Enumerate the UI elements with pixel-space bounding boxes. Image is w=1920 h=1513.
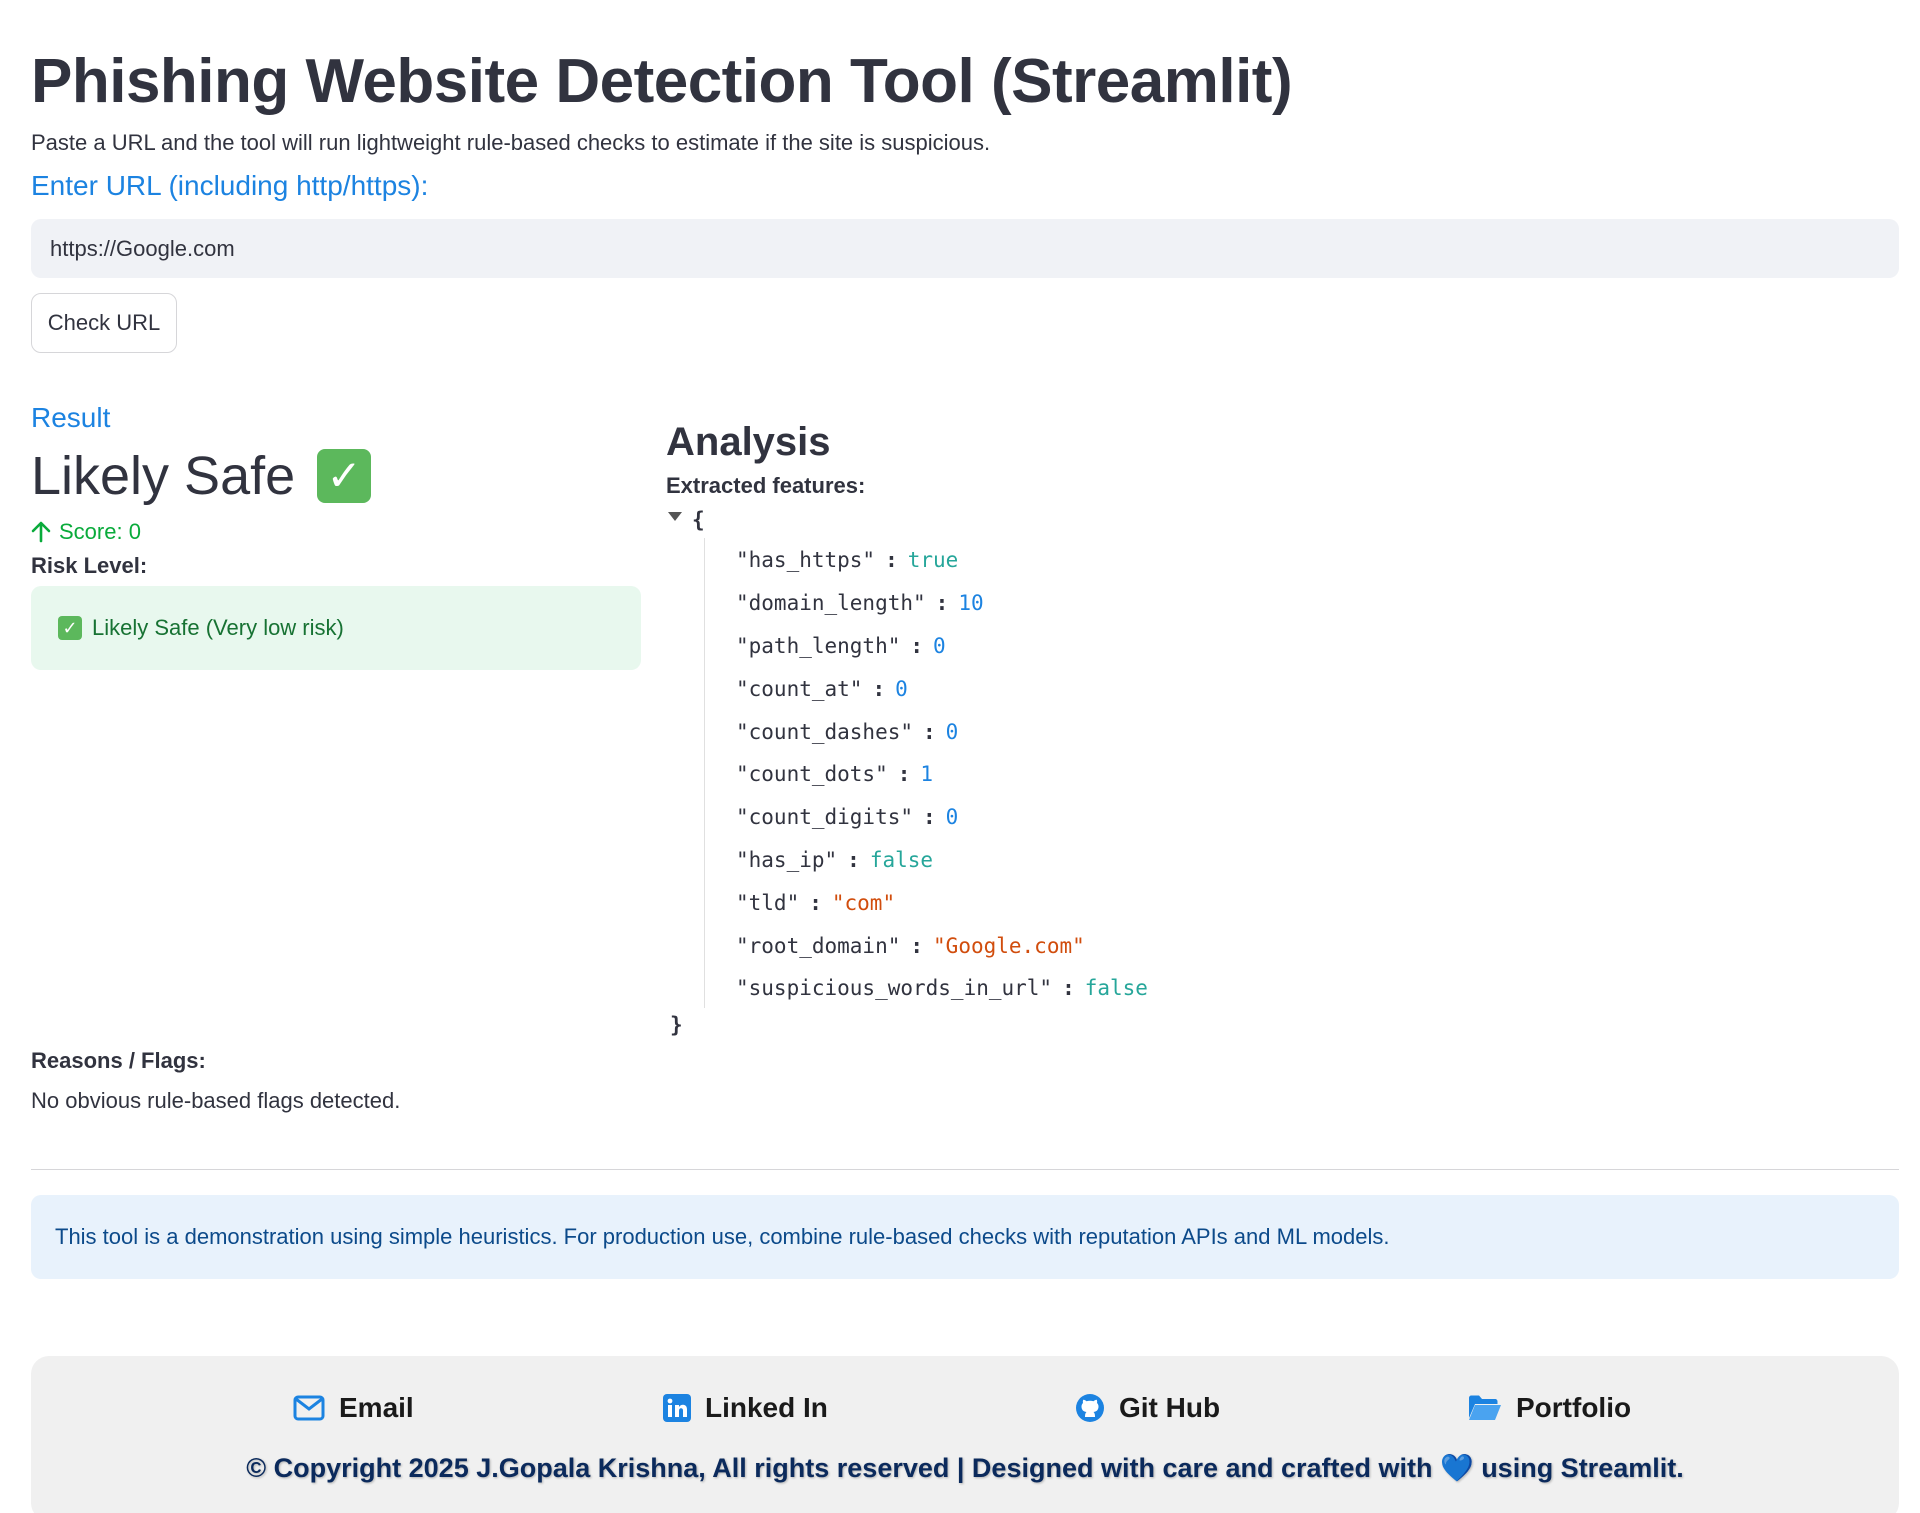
url-input-value: https://Google.com bbox=[50, 235, 235, 261]
analysis-title: Analysis bbox=[666, 420, 831, 464]
check-mark-icon: ✓ bbox=[317, 449, 372, 503]
json-value: true bbox=[907, 548, 959, 573]
json-value: 0 bbox=[933, 633, 946, 658]
json-row: "path_length":0 bbox=[736, 625, 1148, 668]
json-key: "suspicious_words_in_url" bbox=[736, 976, 1053, 1001]
result-value: Likely Safe ✓ bbox=[31, 445, 372, 507]
arrow-up-icon bbox=[31, 521, 51, 543]
url-input-label: Enter URL (including http/https): bbox=[31, 170, 429, 201]
json-row: "has_https": true bbox=[736, 539, 1148, 582]
json-key: "count_dots" bbox=[736, 762, 888, 787]
json-key: "domain_length" bbox=[736, 591, 926, 616]
page-subtitle: Paste a URL and the tool will run lightw… bbox=[31, 130, 991, 155]
json-key: "has_https" bbox=[736, 548, 876, 573]
linkedin-icon bbox=[663, 1394, 691, 1422]
json-colon: : bbox=[923, 805, 936, 830]
json-row: "domain_length":10 bbox=[736, 582, 1148, 625]
json-key: "root_domain" bbox=[736, 933, 901, 958]
envelope-icon bbox=[293, 1395, 325, 1421]
footer-link-label: Git Hub bbox=[1119, 1392, 1221, 1423]
footer-link-label: Email bbox=[339, 1392, 414, 1423]
folder-open-icon bbox=[1468, 1394, 1502, 1422]
footer-link-portfolio[interactable]: Portfolio bbox=[1468, 1392, 1631, 1424]
json-colon: : bbox=[910, 933, 924, 958]
json-key: "count_dashes" bbox=[736, 719, 914, 744]
json-colon: : bbox=[897, 762, 911, 787]
json-rows: "has_https": true "domain_length":10 "path_… bbox=[736, 539, 1148, 1010]
copyright-before: © Copyright 2025 J.Gopala Krishna, All r… bbox=[246, 1453, 1433, 1483]
json-value: 0 bbox=[945, 719, 959, 744]
reasons-label: Reasons / Flags: bbox=[31, 1048, 206, 1073]
json-value: false bbox=[1084, 976, 1148, 1001]
info-alert: This tool is a demonstration using simpl… bbox=[31, 1195, 1899, 1279]
json-colon: : bbox=[910, 633, 924, 658]
json-row: "count_at":0 bbox=[736, 667, 1148, 710]
risk-level-text: Likely Safe (Very low risk) bbox=[92, 615, 344, 640]
footer-link-email[interactable]: Email bbox=[293, 1392, 414, 1424]
footer-link-github[interactable]: Git Hub bbox=[1075, 1392, 1220, 1424]
reasons-text: No obvious rule-based flags detected. bbox=[31, 1088, 401, 1113]
score-text: Score: 0 bbox=[59, 519, 141, 544]
score-delta: Score: 0 bbox=[31, 519, 141, 545]
footer: Email Linked In Git Hub Portfolio © Copy… bbox=[31, 1356, 1899, 1513]
json-colon: : bbox=[935, 591, 949, 616]
json-value: 0 bbox=[895, 676, 908, 701]
json-row: "root_domain": "Google.com" bbox=[736, 924, 1148, 967]
json-row: "count_dots":1 bbox=[736, 753, 1148, 796]
json-row: "count_digits":0 bbox=[736, 796, 1148, 839]
copyright-text: © Copyright 2025 J.Gopala Krishna, All r… bbox=[31, 1452, 1899, 1484]
json-value: 0 bbox=[945, 805, 959, 830]
json-row: "count_dashes":0 bbox=[736, 710, 1148, 753]
json-open-brace: { bbox=[692, 508, 705, 532]
json-colon: : bbox=[885, 548, 898, 573]
json-colon: : bbox=[923, 719, 936, 744]
json-value: 10 bbox=[958, 591, 984, 616]
json-value: "com" bbox=[831, 890, 896, 915]
json-key: "count_at" bbox=[736, 676, 863, 701]
blue-heart-icon: 💙 bbox=[1440, 1453, 1474, 1483]
collapse-toggle-icon[interactable] bbox=[668, 512, 682, 521]
result-label: Result bbox=[31, 402, 111, 433]
github-icon bbox=[1075, 1393, 1105, 1423]
copyright-after: using Streamlit. bbox=[1481, 1453, 1684, 1483]
extracted-features-label: Extracted features: bbox=[666, 473, 866, 498]
footer-link-linkedin[interactable]: Linked In bbox=[663, 1392, 828, 1424]
check-url-button[interactable]: Check URL bbox=[31, 293, 177, 353]
result-value-text: Likely Safe bbox=[31, 446, 296, 506]
json-key: "has_ip" bbox=[736, 847, 838, 872]
json-colon: : bbox=[872, 676, 886, 701]
json-colon: : bbox=[847, 847, 860, 872]
json-value: false bbox=[869, 847, 934, 872]
footer-link-label: Linked In bbox=[705, 1392, 828, 1423]
check-mark-icon: ✓ bbox=[58, 616, 82, 640]
json-indent-guide bbox=[704, 538, 705, 1008]
url-input[interactable]: https://Google.com bbox=[31, 219, 1899, 278]
json-colon: : bbox=[809, 890, 822, 915]
json-value: "Google.com" bbox=[933, 933, 1085, 958]
json-value: 1 bbox=[920, 762, 934, 787]
json-colon: : bbox=[1062, 976, 1075, 1001]
json-key: "path_length" bbox=[736, 633, 901, 658]
json-key: "tld" bbox=[736, 890, 800, 915]
risk-level-alert: ✓ Likely Safe (Very low risk) bbox=[31, 586, 641, 670]
json-row: "tld": "com" bbox=[736, 881, 1148, 924]
risk-level-label: Risk Level: bbox=[31, 553, 148, 578]
divider bbox=[31, 1169, 1899, 1170]
json-close-brace: } bbox=[670, 1013, 683, 1037]
page-title: Phishing Website Detection Tool (Streaml… bbox=[31, 47, 1293, 116]
footer-link-label: Portfolio bbox=[1516, 1392, 1632, 1423]
json-key: "count_digits" bbox=[736, 805, 914, 830]
json-row: "suspicious_words_in_url": false bbox=[736, 967, 1148, 1010]
info-text: This tool is a demonstration using simpl… bbox=[55, 1224, 1390, 1249]
json-row: "has_ip": false bbox=[736, 839, 1148, 882]
